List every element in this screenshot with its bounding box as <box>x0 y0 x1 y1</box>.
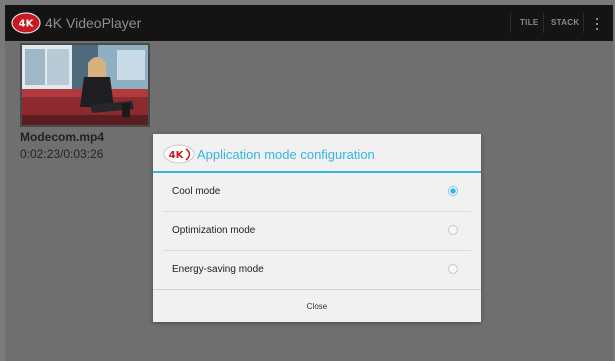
app-window: 4K 4K VideoPlayer TILE STACK Modecom.mp4… <box>5 5 613 361</box>
divider <box>543 13 544 33</box>
close-button[interactable]: Close <box>153 289 481 322</box>
action-bar: 4K 4K VideoPlayer TILE STACK <box>5 5 613 41</box>
radio-unselected-icon[interactable] <box>448 264 458 274</box>
radio-unselected-icon[interactable] <box>448 225 458 235</box>
option-energy-saving-mode[interactable]: Energy-saving mode <box>153 251 481 290</box>
close-button-label: Close <box>306 302 328 311</box>
svg-text:4K: 4K <box>19 19 35 30</box>
video-thumbnail-image <box>22 45 148 125</box>
radio-selected-icon[interactable] <box>448 186 458 196</box>
option-label: Energy-saving mode <box>172 264 264 275</box>
overflow-menu-icon[interactable] <box>595 17 599 31</box>
divider <box>583 13 584 33</box>
video-thumbnail[interactable] <box>20 43 150 127</box>
tile-button[interactable]: TILE <box>520 18 539 27</box>
svg-text:4K: 4K <box>169 150 185 161</box>
mode-config-dialog: 4K Application mode configuration Cool m… <box>153 134 481 322</box>
video-time: 0:02:23/0:03:26 <box>20 147 104 161</box>
divider <box>510 13 511 33</box>
4k-logo-icon: 4K <box>11 12 41 34</box>
app-title: 4K VideoPlayer <box>45 15 142 31</box>
dialog-header: 4K Application mode configuration <box>153 134 481 170</box>
option-label: Optimization mode <box>172 225 256 236</box>
option-label: Cool mode <box>172 186 221 197</box>
4k-logo-icon: 4K <box>163 144 195 164</box>
option-cool-mode[interactable]: Cool mode <box>153 173 481 212</box>
option-optimization-mode[interactable]: Optimization mode <box>153 212 481 251</box>
dialog-title: Application mode configuration <box>197 147 375 162</box>
video-file-name: Modecom.mp4 <box>20 130 105 144</box>
stack-button[interactable]: STACK <box>551 18 579 27</box>
